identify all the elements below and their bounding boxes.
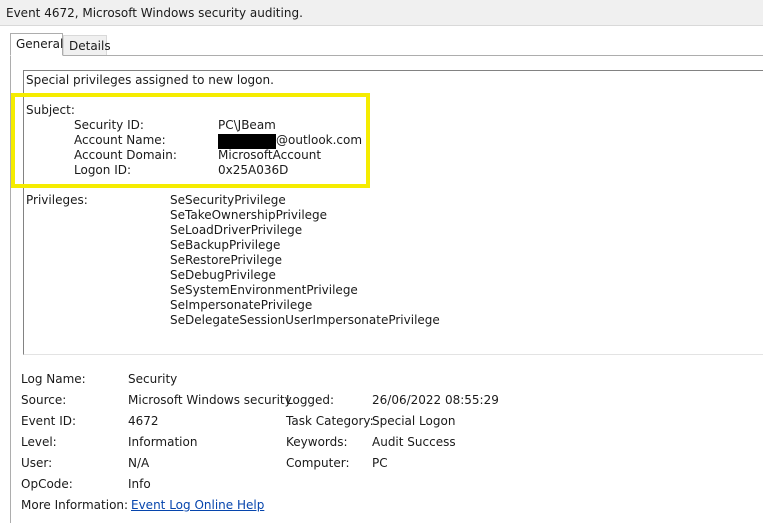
- keywords-label: Keywords:: [286, 435, 348, 449]
- privilege-item: SeBackupPrivilege: [170, 238, 281, 252]
- task-category-label: Task Category:: [286, 414, 374, 428]
- account-name-value: @outlook.com: [276, 133, 363, 147]
- event-title: Event 4672, Microsoft Windows security a…: [6, 6, 303, 20]
- event-id-value: 4672: [128, 414, 159, 428]
- description-headline: Special privileges assigned to new logon…: [26, 73, 274, 87]
- privilege-item: SeSecurityPrivilege: [170, 193, 286, 207]
- privilege-item: SeDebugPrivilege: [170, 268, 276, 282]
- logon-id-value: 0x25A036D: [218, 163, 289, 177]
- log-name-value: Security: [128, 372, 178, 386]
- task-category-value: Special Logon: [372, 414, 456, 428]
- privilege-item: SeImpersonatePrivilege: [170, 298, 313, 312]
- logged-label: Logged:: [286, 393, 335, 407]
- security-id-label: Security ID:: [74, 118, 144, 132]
- privileges-label: Privileges:: [26, 193, 88, 207]
- event-id-label: Event ID:: [21, 414, 77, 428]
- level-value: Information: [128, 435, 198, 449]
- logged-value: 26/06/2022 08:55:29: [372, 393, 499, 407]
- tab-details[interactable]: Details: [63, 35, 111, 57]
- event-title-bar: Event 4672, Microsoft Windows security a…: [0, 0, 763, 26]
- privilege-item: SeTakeOwnershipPrivilege: [170, 208, 328, 222]
- subject-label: Subject:: [26, 103, 75, 117]
- opcode-value: Info: [128, 477, 151, 491]
- logon-id-label: Logon ID:: [74, 163, 132, 177]
- account-domain-value: MicrosoftAccount: [218, 148, 322, 162]
- more-information-label: More Information:: [21, 498, 129, 512]
- computer-value: PC: [372, 456, 388, 470]
- security-id-value: PC\JBeam: [218, 118, 276, 132]
- privilege-item: SeLoadDriverPrivilege: [170, 223, 303, 237]
- source-value: Microsoft Windows security: [128, 393, 292, 407]
- event-log-online-help-link[interactable]: Event Log Online Help: [131, 498, 264, 513]
- source-label: Source:: [21, 393, 67, 407]
- opcode-label: OpCode:: [21, 477, 73, 491]
- keywords-value: Audit Success: [372, 435, 456, 449]
- user-label: User:: [21, 456, 53, 470]
- privilege-item: SeDelegateSessionUserImpersonatePrivileg…: [170, 313, 440, 327]
- account-name-redaction: [218, 134, 276, 149]
- account-name-label: Account Name:: [74, 133, 166, 147]
- privilege-item: SeSystemEnvironmentPrivilege: [170, 283, 358, 297]
- log-name-label: Log Name:: [21, 372, 86, 386]
- privilege-item: SeRestorePrivilege: [170, 253, 282, 267]
- user-value: N/A: [128, 456, 150, 470]
- computer-label: Computer:: [286, 456, 350, 470]
- tab-general[interactable]: General: [10, 33, 63, 56]
- account-domain-label: Account Domain:: [74, 148, 177, 162]
- level-label: Level:: [21, 435, 57, 449]
